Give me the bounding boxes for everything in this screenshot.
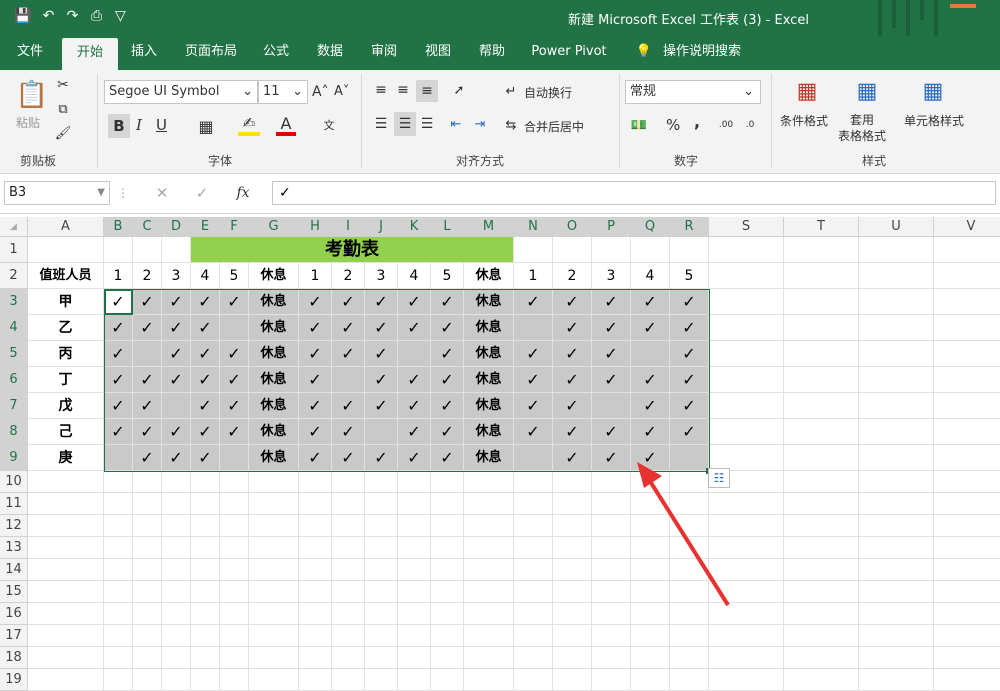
quick-analysis-icon[interactable]: ☷ (708, 468, 730, 488)
annotation-arrowhead (637, 462, 662, 488)
sheet-title[interactable]: 考勤表 (191, 237, 514, 263)
annotation-arrow (646, 476, 730, 607)
annotation-overlay (637, 462, 730, 607)
